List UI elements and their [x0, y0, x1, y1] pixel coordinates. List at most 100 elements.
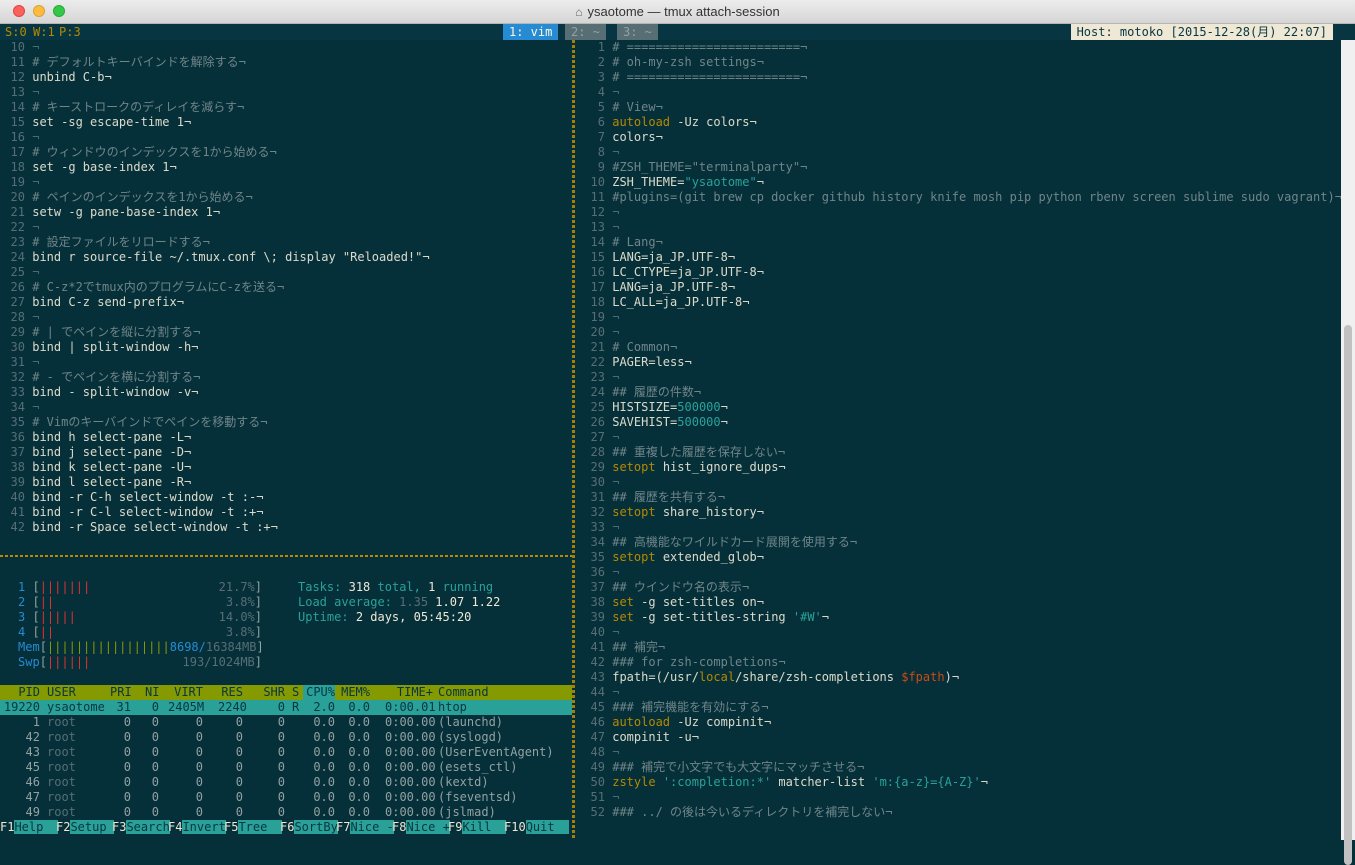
- pane-divider-vertical[interactable]: [572, 40, 575, 840]
- line-number: 21: [10, 205, 25, 219]
- fkey-f1[interactable]: F1Help: [0, 820, 58, 835]
- process-row[interactable]: 19220 ysaotome 31 0 2405M 2240 0 R 2.0 0.0 0:00.01…: [0, 700, 572, 715]
- process-cpu: 0.0: [313, 790, 335, 804]
- process-cpu: 0.0: [313, 760, 335, 774]
- code-text: bind h select-pane -L¬: [32, 430, 192, 444]
- tmux-tab-vim[interactable]: 1: vim: [503, 24, 559, 40]
- htop-pane[interactable]: 1 [||||||| 21.7%] 2 [|| 3.8%] 3 [||||| 14.0%]…: [0, 580, 572, 840]
- line-number: 16: [10, 130, 25, 144]
- code-string: ':completion:*': [662, 775, 772, 789]
- line-number: 10: [10, 40, 25, 54]
- window-title: ysaotome — tmux attach-session: [587, 4, 780, 19]
- line-number: 42: [590, 655, 605, 669]
- code-text: bind -r Space select-window -t :+¬: [32, 520, 278, 534]
- tmux-tab-3[interactable]: 3: ~: [617, 24, 658, 40]
- process-mem: 0.0: [348, 760, 370, 774]
- column-header-res[interactable]: RES: [218, 685, 243, 700]
- meter-bracket-close: ]: [254, 610, 262, 624]
- code-line: 40 ¬: [580, 625, 1340, 640]
- column-header-ni[interactable]: NI: [145, 685, 159, 700]
- swap-bars: ||||||: [46, 655, 91, 669]
- process-row[interactable]: 46 root 0 0 0 0 0 0.0 0.0 0:00.00 (kextd): [0, 775, 572, 790]
- line-number: 29: [10, 325, 25, 339]
- process-row[interactable]: 49 root 0 0 0 0 0 0.0 0.0 0:00.00 (jslmad): [0, 805, 572, 820]
- process-row[interactable]: 45 root 0 0 0 0 0 0.0 0.0 0:00.00 (esets_ctl): [0, 760, 572, 775]
- cpu-bars: |||||: [39, 610, 76, 624]
- code-text: ## 高機能なワイルドカード展開を使用する¬: [612, 535, 858, 549]
- vim-pane-zshrc[interactable]: 1 # ========================¬ 2 # oh-my-z…: [580, 40, 1342, 820]
- code-text: bind r source-file ~/.tmux.conf \; displ…: [32, 250, 430, 264]
- code-text: bind l select-pane -R¬: [32, 475, 192, 489]
- code-line: 37 bind j select-pane -D¬: [0, 445, 570, 460]
- code-text: ¬: [612, 205, 620, 219]
- fkey-f5[interactable]: F5Tree: [224, 820, 282, 835]
- code-line: 15 set -sg escape-time 1¬: [0, 115, 570, 130]
- column-header-s[interactable]: S: [292, 685, 300, 700]
- fkey-f7[interactable]: F7Nice -: [336, 820, 394, 835]
- process-pri: 0: [123, 745, 131, 759]
- code-text: bind | split-window -h¬: [32, 340, 199, 354]
- code-text: unbind C-b¬: [32, 70, 112, 84]
- htop-function-keys: F1Help F2Setup F3Search F4Invert F5Tree F6…: [0, 820, 572, 835]
- code-line: 20 ¬: [580, 325, 1340, 340]
- process-table-header[interactable]: PID USER PRI NI VIRT RES SHR S CPU% MEM% TIME+ Comm…: [0, 685, 572, 700]
- code-text: ¬: [612, 85, 620, 99]
- meter-bracket-close: ]: [256, 640, 264, 654]
- code-line: 35 # Vimのキーバインドでペインを移動する¬: [0, 415, 570, 430]
- process-shr: 0: [277, 745, 285, 759]
- process-cpu: 0.0: [313, 775, 335, 789]
- fkey-f9[interactable]: F9Kill: [448, 820, 506, 835]
- process-row[interactable]: 47 root 0 0 0 0 0 0.0 0.0 0:00.00 (fseventsd): [0, 790, 572, 805]
- code-text: # ========================¬: [612, 40, 808, 54]
- process-time: 0:00.00: [385, 745, 436, 759]
- code-line: 21 setw -g pane-base-index 1¬: [0, 205, 570, 220]
- cpu-bars: ||: [39, 625, 55, 639]
- column-header-command[interactable]: Command: [438, 685, 568, 700]
- line-number: 26: [10, 280, 25, 294]
- line-number: 11: [590, 190, 605, 204]
- fkey-f2[interactable]: F2Setup: [56, 820, 114, 835]
- code-line: 47 compinit -u¬: [580, 730, 1340, 745]
- code-text: set -g base-index 1¬: [32, 160, 177, 174]
- code-text: # ========================¬: [612, 70, 808, 84]
- code-line: 20 # ペインのインデックスを1から始める¬: [0, 190, 570, 205]
- fkey-f8[interactable]: F8Nice +: [392, 820, 450, 835]
- column-header-shr[interactable]: SHR: [260, 685, 285, 700]
- load-average-line: Load average: 1.35 1.07 1.22: [298, 595, 501, 609]
- column-header-mem[interactable]: MEM%: [340, 685, 370, 700]
- line-number: 37: [10, 445, 25, 459]
- column-header-virt[interactable]: VIRT: [168, 685, 203, 700]
- column-header-time[interactable]: TIME+: [385, 685, 433, 700]
- code-line: 4 ¬: [580, 85, 1340, 100]
- fkey-f10[interactable]: F10Quit: [504, 820, 570, 835]
- column-header-user[interactable]: USER: [47, 685, 107, 700]
- line-number: 2: [597, 55, 605, 69]
- code-keyword: setopt: [612, 550, 656, 564]
- fkey-f6[interactable]: F6SortBy: [280, 820, 338, 835]
- column-header-pid[interactable]: PID: [0, 685, 40, 700]
- column-header-cpu[interactable]: CPU%: [303, 685, 335, 700]
- fkey-f4[interactable]: F4Invert: [168, 820, 226, 835]
- process-row[interactable]: 1 root 0 0 0 0 0 0.0 0.0 0:00.00 (launchd): [0, 715, 572, 730]
- code-line: 12 ¬: [580, 205, 1340, 220]
- line-number: 18: [590, 295, 605, 309]
- cpu-meter: 3 [|||||: [18, 610, 76, 625]
- tmux-tab-2[interactable]: 2: ~: [565, 24, 606, 40]
- scrollbar-thumb[interactable]: [1344, 325, 1352, 865]
- line-number: 48: [590, 745, 605, 759]
- scrollbar-track[interactable]: [1341, 40, 1355, 865]
- code-text: ¬: [612, 325, 620, 339]
- fkey-label: Kill: [462, 820, 506, 834]
- process-row[interactable]: 42 root 0 0 0 0 0 0.0 0.0 0:00.00 (syslogd): [0, 730, 572, 745]
- pane-divider-horizontal[interactable]: [0, 555, 572, 557]
- code-line: 49 ### 補完で小文字でも大文字にマッチさせる¬: [580, 760, 1340, 775]
- mem-bars: |||||||||||||||||: [46, 640, 170, 654]
- line-number: 27: [590, 430, 605, 444]
- cpu-bars: |||||||: [39, 580, 91, 594]
- column-header-pri[interactable]: PRI: [110, 685, 132, 700]
- fkey-f3[interactable]: F3Search: [112, 820, 170, 835]
- vim-pane-tmux-conf[interactable]: 10 ¬ 11 # デフォルトキーバインドを解除する¬ 12 unbind C-b¬…: [0, 40, 570, 535]
- process-row[interactable]: 43 root 0 0 0 0 0 0.0 0.0 0:00.00 (UserEventAgent): [0, 745, 572, 760]
- code-text: #plugins=(git brew cp docker github hist…: [612, 190, 1342, 204]
- code-text: # View¬: [612, 100, 663, 114]
